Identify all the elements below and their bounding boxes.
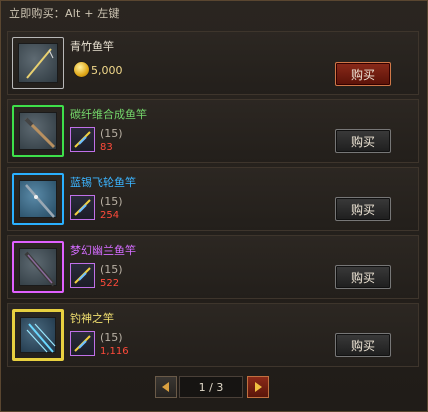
material-owned-count: (15) <box>100 331 123 344</box>
page-indicator: 1 / 3 <box>179 376 243 398</box>
material-owned-count: (15) <box>100 263 123 276</box>
material-owned-count: (15) <box>100 127 123 140</box>
fishing-shop-panel: 立即购买：Alt + 左键 青竹鱼竿 5,000 购买 碳纤维合成鱼竿 (15)… <box>0 0 428 412</box>
buy-button[interactable]: 购买 <box>335 62 391 86</box>
item-name: 碳纤维合成鱼竿 <box>70 108 147 121</box>
material-required-count: 522 <box>100 278 120 289</box>
material-slot[interactable] <box>70 195 95 220</box>
shop-item-row: 蓝锡飞轮鱼竿 (15) 254 购买 <box>7 167 419 231</box>
material-owned-count: (15) <box>100 195 123 208</box>
item-name: 青竹鱼竿 <box>70 40 114 53</box>
dream-orchid-rod-icon[interactable] <box>12 241 64 293</box>
bamboo-rod-icon[interactable] <box>12 37 64 89</box>
material-required-count: 1,116 <box>100 346 129 357</box>
material-slot[interactable] <box>70 331 95 356</box>
material-required-count: 254 <box>100 210 120 221</box>
item-price: 5,000 <box>91 64 123 77</box>
gold-coin-icon <box>74 62 89 77</box>
shop-item-row: 碳纤维合成鱼竿 (15) 83 购买 <box>7 99 419 163</box>
shop-item-row: 青竹鱼竿 5,000 购买 <box>7 31 419 95</box>
buy-button[interactable]: 购买 <box>335 197 391 221</box>
fishing-god-rod-icon[interactable] <box>12 309 64 361</box>
item-name: 蓝锡飞轮鱼竿 <box>70 176 136 189</box>
shop-item-row: 钓神之竿 (15) 1,116 购买 <box>7 303 419 367</box>
buy-button[interactable]: 购买 <box>335 265 391 289</box>
shop-item-row: 梦幻幽兰鱼竿 (15) 522 购买 <box>7 235 419 299</box>
next-arrow-icon[interactable] <box>247 376 269 398</box>
item-name: 钓神之竿 <box>70 312 114 325</box>
tin-reel-rod-icon[interactable] <box>12 173 64 225</box>
buy-button[interactable]: 购买 <box>335 129 391 153</box>
material-slot[interactable] <box>70 127 95 152</box>
quick-buy-hint: 立即购买：Alt + 左键 <box>9 7 120 20</box>
material-required-count: 83 <box>100 142 113 153</box>
item-name: 梦幻幽兰鱼竿 <box>70 244 136 257</box>
buy-button[interactable]: 购买 <box>335 333 391 357</box>
material-slot[interactable] <box>70 263 95 288</box>
carbon-rod-icon[interactable] <box>12 105 64 157</box>
prev-arrow-icon[interactable] <box>155 376 177 398</box>
